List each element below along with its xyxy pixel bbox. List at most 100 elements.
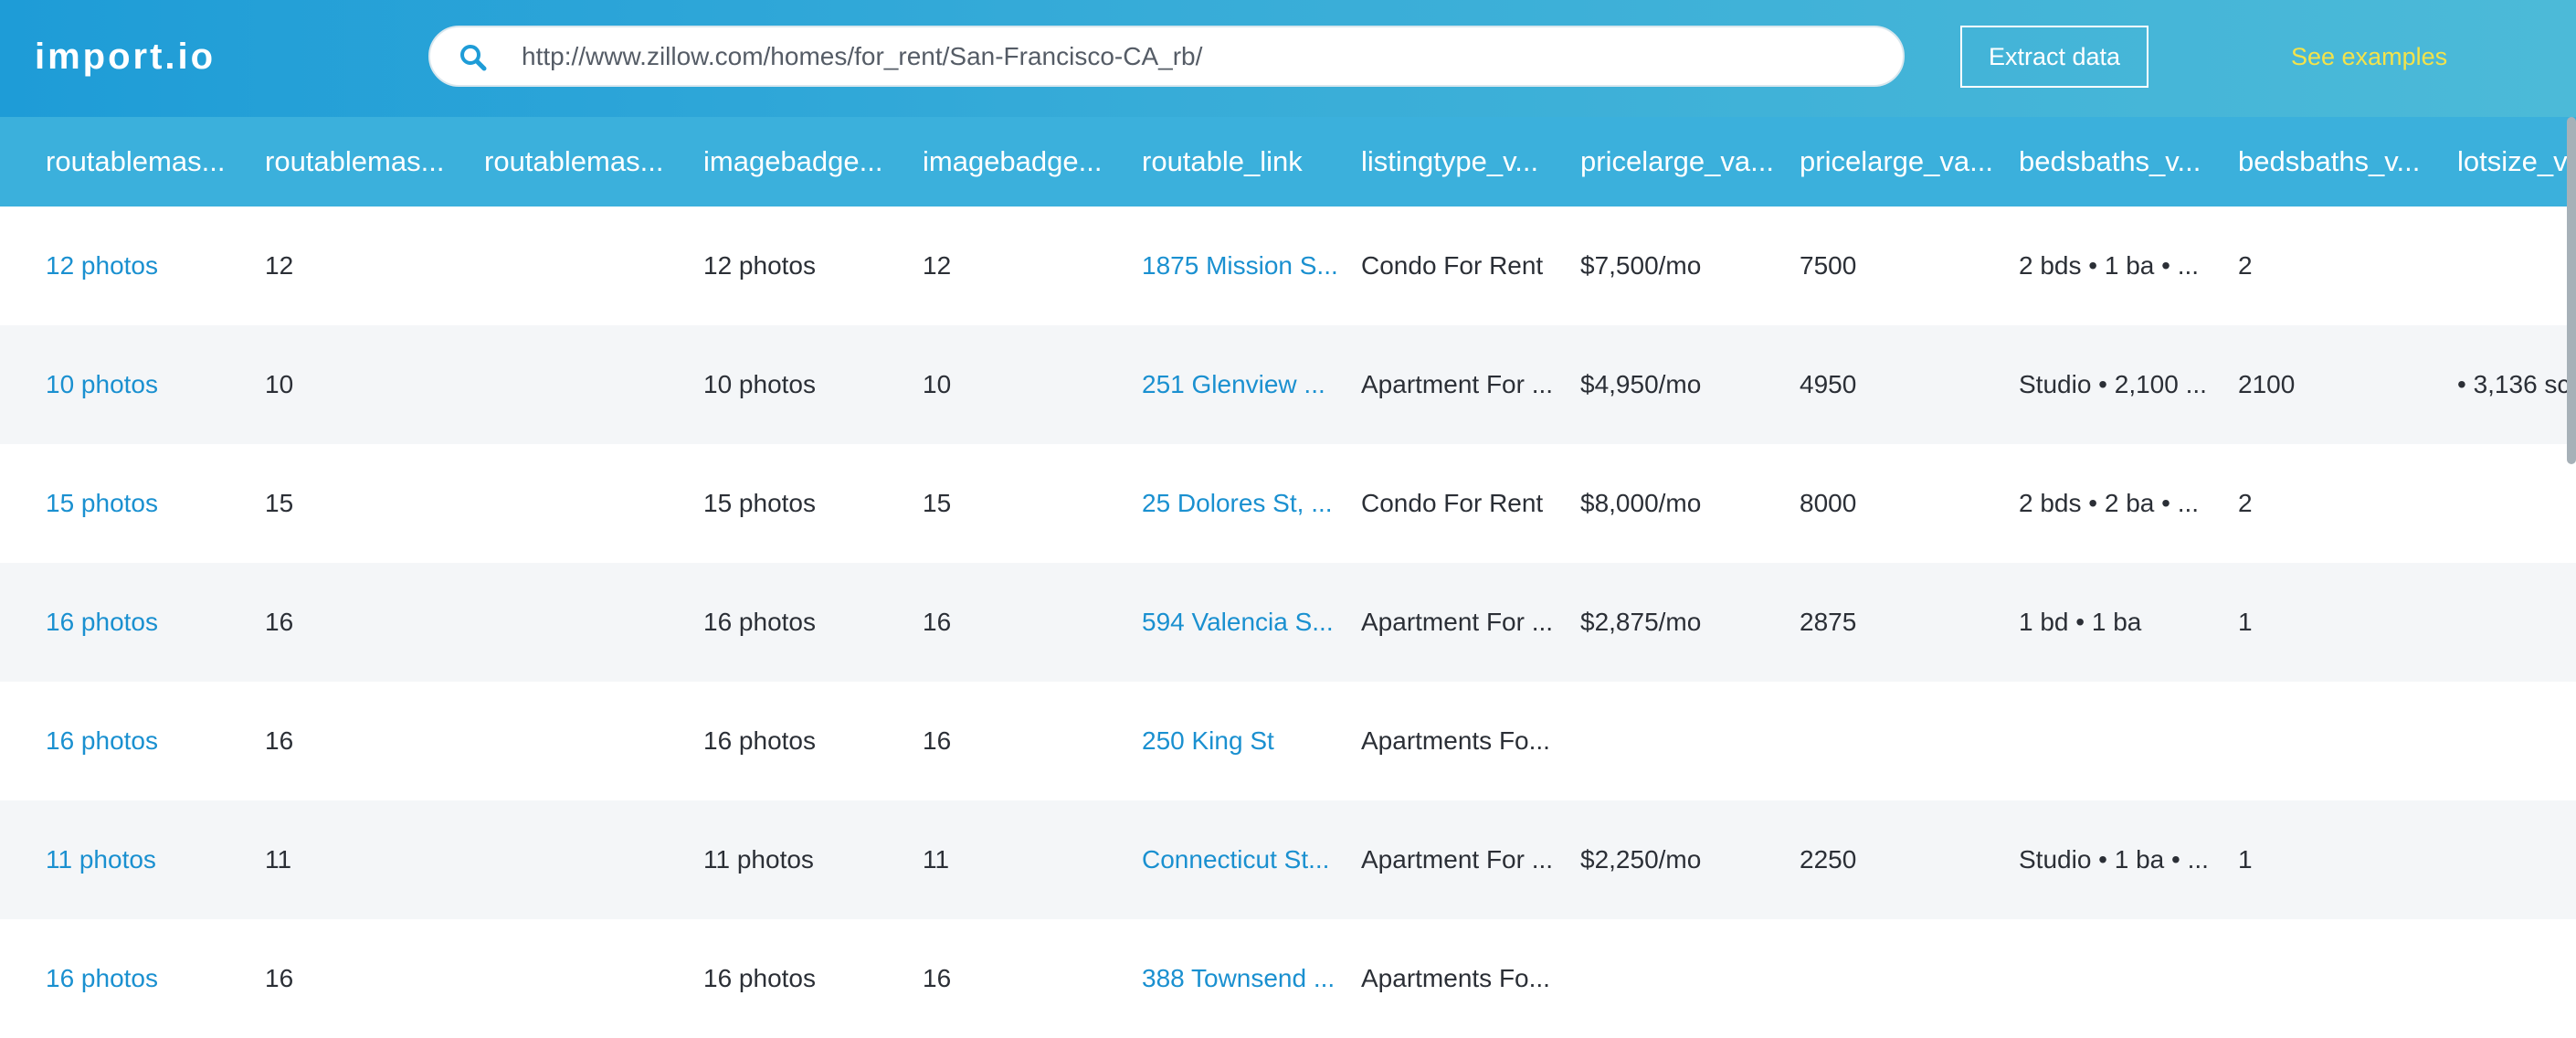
- photos-link[interactable]: 10 photos: [46, 325, 247, 444]
- table-row[interactable]: 16 photos 16 16 photos 16 388 Townsend ... Ap…: [0, 919, 2576, 1038]
- table-cell: 10: [923, 370, 952, 398]
- table-cell: [484, 207, 685, 325]
- column-header[interactable]: lotsize_v: [2457, 117, 2576, 207]
- table-cell: [484, 682, 685, 800]
- table-cell: 10: [265, 370, 294, 398]
- table-cell: • 3,136 sc: [2457, 370, 2571, 398]
- table-cell: 11 photos: [703, 845, 814, 874]
- table-cell: [2457, 682, 2576, 800]
- photos-link[interactable]: 12 photos: [46, 207, 247, 325]
- table-row[interactable]: 10 photos 10 10 photos 10 251 Glenview ... Ap…: [0, 325, 2576, 444]
- photos-link[interactable]: 16 photos: [46, 682, 247, 800]
- table-cell: 15: [265, 489, 294, 517]
- table-header-row: routablemas... routablemas... routablema…: [0, 117, 2576, 207]
- column-header[interactable]: routablemas...: [46, 117, 247, 207]
- table-cell: 2 bds • 1 ba • ...: [2019, 251, 2200, 280]
- column-header[interactable]: pricelarge_va...: [1580, 117, 1781, 207]
- table-cell: [2457, 800, 2576, 919]
- table-row[interactable]: 12 photos 12 12 photos 12 1875 Mission S... C…: [0, 207, 2576, 325]
- table-cell: Apartments Fo...: [1361, 964, 1550, 992]
- url-input[interactable]: [522, 27, 1874, 85]
- table-cell: Apartments Fo...: [1361, 726, 1550, 755]
- listing-link[interactable]: 1875 Mission S...: [1142, 207, 1343, 325]
- table-cell: 2875: [1800, 608, 1857, 636]
- table-cell: 2100: [2238, 370, 2296, 398]
- table-cell: [1580, 682, 1781, 800]
- see-examples-link[interactable]: See examples: [2291, 26, 2447, 88]
- column-header[interactable]: bedsbaths_v...: [2238, 117, 2439, 207]
- table-cell: 12: [923, 251, 952, 280]
- table-cell: [1800, 919, 2001, 1038]
- table-cell: 2 bds • 2 ba • ...: [2019, 489, 2200, 517]
- table-cell: 8000: [1800, 489, 1857, 517]
- table-row[interactable]: 16 photos 16 16 photos 16 594 Valencia S... A…: [0, 563, 2576, 682]
- search-icon[interactable]: [458, 42, 489, 73]
- table-cell: [2238, 682, 2439, 800]
- listing-link[interactable]: Connecticut St...: [1142, 800, 1343, 919]
- listing-link[interactable]: 594 Valencia S...: [1142, 563, 1343, 682]
- table-cell: 11: [923, 845, 950, 874]
- table-row[interactable]: 11 photos 11 11 photos 11 Connecticut St... A…: [0, 800, 2576, 919]
- table-cell: 10 photos: [703, 370, 816, 398]
- table-cell: 16 photos: [703, 608, 816, 636]
- column-header[interactable]: routable_link: [1142, 117, 1343, 207]
- table-cell: Studio • 1 ba • ...: [2019, 845, 2209, 874]
- photos-link[interactable]: 16 photos: [46, 919, 247, 1038]
- table-cell: 1 bd • 1 ba: [2019, 608, 2142, 636]
- listing-link[interactable]: 251 Glenview ...: [1142, 325, 1343, 444]
- table-row[interactable]: 16 photos 16 16 photos 16 250 King St Apartme…: [0, 682, 2576, 800]
- extract-data-button[interactable]: Extract data: [1960, 26, 2148, 88]
- column-header[interactable]: routablemas...: [265, 117, 466, 207]
- photos-link[interactable]: 11 photos: [46, 800, 247, 919]
- table-cell: Studio • 2,100 ...: [2019, 370, 2207, 398]
- table-cell: 2: [2238, 489, 2253, 517]
- column-header[interactable]: pricelarge_va...: [1800, 117, 2001, 207]
- logo[interactable]: import.io: [35, 0, 216, 113]
- table-cell: Condo For Rent: [1361, 251, 1544, 280]
- table-cell: $7,500/mo: [1580, 251, 1702, 280]
- table-cell: 7500: [1800, 251, 1857, 280]
- photos-link[interactable]: 16 photos: [46, 563, 247, 682]
- listing-link[interactable]: 25 Dolores St, ...: [1142, 444, 1343, 563]
- table-cell: 16: [923, 608, 952, 636]
- table-cell: 2: [2238, 251, 2253, 280]
- table-cell: $8,000/mo: [1580, 489, 1702, 517]
- column-header[interactable]: imagebadge...: [703, 117, 904, 207]
- table-cell: [2457, 207, 2576, 325]
- table-cell: $4,950/mo: [1580, 370, 1702, 398]
- column-header[interactable]: imagebadge...: [923, 117, 1124, 207]
- table-cell: 15 photos: [703, 489, 816, 517]
- listing-link[interactable]: 250 King St: [1142, 682, 1343, 800]
- table-cell: [2457, 919, 2576, 1038]
- table-cell: 16: [923, 726, 952, 755]
- table-cell: $2,875/mo: [1580, 608, 1702, 636]
- table-cell: 16: [265, 726, 294, 755]
- table-cell: 12: [265, 251, 294, 280]
- table-cell: 2250: [1800, 845, 1857, 874]
- table-cell: [1580, 919, 1781, 1038]
- table-cell: [2019, 682, 2220, 800]
- table-cell: 16: [265, 608, 294, 636]
- table-cell: 16: [265, 964, 294, 992]
- table-cell: [484, 919, 685, 1038]
- table-cell: [484, 444, 685, 563]
- column-header[interactable]: listingtype_v...: [1361, 117, 1562, 207]
- table-cell: 16 photos: [703, 726, 816, 755]
- table-cell: [2019, 919, 2220, 1038]
- table-row[interactable]: 15 photos 15 15 photos 15 25 Dolores St, ...…: [0, 444, 2576, 563]
- table-cell: 1: [2238, 608, 2253, 636]
- table-cell: Condo For Rent: [1361, 489, 1544, 517]
- table-cell: [2457, 563, 2576, 682]
- vertical-scrollbar[interactable]: [2567, 117, 2576, 464]
- table-cell: 12 photos: [703, 251, 816, 280]
- table-cell: [484, 563, 685, 682]
- listing-link[interactable]: 388 Townsend ...: [1142, 919, 1343, 1038]
- table-cell: 11: [265, 845, 292, 874]
- table-cell: Apartment For ...: [1361, 608, 1554, 636]
- photos-link[interactable]: 15 photos: [46, 444, 247, 563]
- column-header[interactable]: bedsbaths_v...: [2019, 117, 2220, 207]
- table-cell: 4950: [1800, 370, 1857, 398]
- column-header[interactable]: routablemas...: [484, 117, 685, 207]
- table-cell: [1800, 682, 2001, 800]
- url-search-bar[interactable]: [428, 26, 1905, 87]
